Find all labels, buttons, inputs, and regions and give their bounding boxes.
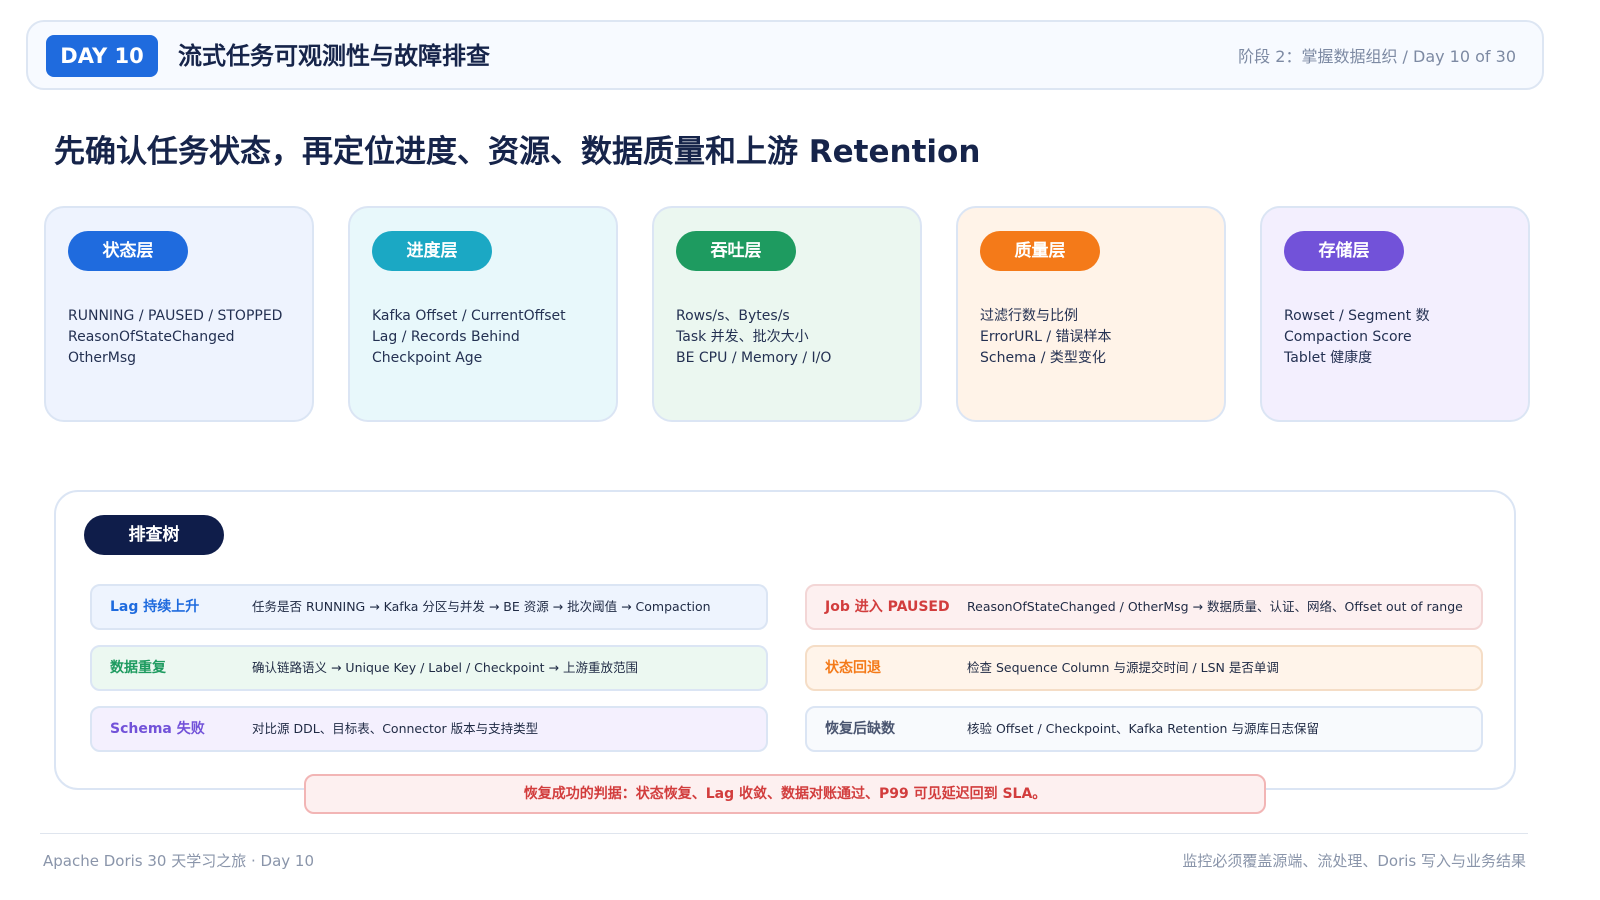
layer-pill-progress: 进度层 — [372, 231, 492, 271]
layer-pill-quality: 质量层 — [980, 231, 1100, 271]
tree-row-desc: ReasonOfStateChanged / OtherMsg → 数据质量、认… — [967, 599, 1463, 614]
tree-row-schema: Schema 失败 对比源 DDL、目标表、Connector 版本与支持类型 — [90, 706, 768, 752]
layer-line: RUNNING / PAUSED / STOPPED — [68, 308, 283, 324]
footer-left-text: Apache Doris 30 天学习之旅 · Day 10 — [43, 852, 315, 870]
layer-card-status: 状态层 RUNNING / PAUSED / STOPPED ReasonOfS… — [44, 206, 314, 422]
layer-card-storage: 存储层 Rowset / Segment 数 Compaction Score … — [1260, 206, 1530, 422]
tree-row-desc: 确认链路语义 → Unique Key / Label / Checkpoint… — [252, 660, 638, 675]
tree-row-paused: Job 进入 PAUSED ReasonOfStateChanged / Oth… — [805, 584, 1483, 630]
slide: DAY 10 流式任务可观测性与故障排查 阶段 2：掌握数据组织 / Day 1… — [0, 0, 1600, 900]
page-title: 先确认任务状态，再定位进度、资源、数据质量和上游 Retention — [54, 134, 981, 170]
tree-row-desc: 核验 Offset / Checkpoint、Kafka Retention 与… — [967, 721, 1319, 736]
layer-line: BE CPU / Memory / I/O — [676, 350, 832, 366]
layer-line: Rowset / Segment 数 — [1284, 308, 1430, 324]
layer-line: Kafka Offset / CurrentOffset — [372, 308, 566, 324]
layer-line: Compaction Score — [1284, 329, 1412, 345]
tree-row-label: Schema 失败 — [110, 721, 205, 737]
layer-line: Tablet 健康度 — [1284, 350, 1373, 366]
tree-row-lag: Lag 持续上升 任务是否 RUNNING → Kafka 分区与并发 → BE… — [90, 584, 768, 630]
layer-line: 过滤行数与比例 — [980, 308, 1078, 324]
tree-row-label: 恢复后缺数 — [825, 721, 895, 737]
layer-card-throughput: 吞吐层 Rows/s、Bytes/s Task 并发、批次大小 BE CPU /… — [652, 206, 922, 422]
layer-card-progress: 进度层 Kafka Offset / CurrentOffset Lag / R… — [348, 206, 618, 422]
tree-row-label: Job 进入 PAUSED — [825, 599, 950, 615]
layer-pill-storage: 存储层 — [1284, 231, 1404, 271]
tree-row-desc: 检查 Sequence Column 与源提交时间 / LSN 是否单调 — [967, 660, 1279, 675]
layer-card-quality: 质量层 过滤行数与比例 ErrorURL / 错误样本 Schema / 类型变… — [956, 206, 1226, 422]
footer-divider — [40, 833, 1528, 834]
tree-badge: 排查树 — [84, 515, 224, 555]
layer-line: OtherMsg — [68, 350, 137, 366]
layer-line: Task 并发、批次大小 — [676, 329, 809, 345]
troubleshooting-panel: 排查树 Lag 持续上升 任务是否 RUNNING → Kafka 分区与并发 … — [54, 490, 1516, 790]
header-bar: DAY 10 流式任务可观测性与故障排查 阶段 2：掌握数据组织 / Day 1… — [26, 20, 1544, 90]
layer-pill-throughput: 吞吐层 — [676, 231, 796, 271]
tree-row-rollback: 状态回退 检查 Sequence Column 与源提交时间 / LSN 是否单… — [805, 645, 1483, 691]
tree-row-label: Lag 持续上升 — [110, 599, 200, 615]
layer-line: Rows/s、Bytes/s — [676, 308, 790, 324]
layer-line: ReasonOfStateChanged — [68, 329, 235, 345]
layer-line: Checkpoint Age — [372, 350, 483, 366]
layer-line: Lag / Records Behind — [372, 329, 520, 345]
tree-row-missing: 恢复后缺数 核验 Offset / Checkpoint、Kafka Reten… — [805, 706, 1483, 752]
day-badge: DAY 10 — [46, 35, 158, 77]
layer-pill-status: 状态层 — [68, 231, 188, 271]
tree-row-desc: 任务是否 RUNNING → Kafka 分区与并发 → BE 资源 → 批次阈… — [252, 599, 711, 614]
header-title: 流式任务可观测性与故障排查 — [178, 42, 490, 70]
layer-line: Schema / 类型变化 — [980, 350, 1106, 366]
tree-row-label: 状态回退 — [825, 660, 881, 676]
tree-row-duplicate: 数据重复 确认链路语义 → Unique Key / Label / Check… — [90, 645, 768, 691]
tree-row-desc: 对比源 DDL、目标表、Connector 版本与支持类型 — [252, 721, 539, 736]
layer-line: ErrorURL / 错误样本 — [980, 329, 1112, 345]
header-progress-meta: 阶段 2：掌握数据组织 / Day 10 of 30 — [1238, 47, 1516, 66]
footer-right-text: 监控必须覆盖源端、流处理、Doris 写入与业务结果 — [1182, 852, 1526, 870]
recovery-criteria-banner: 恢复成功的判据：状态恢复、Lag 收敛、数据对账通过、P99 可见延迟回到 SL… — [304, 774, 1266, 814]
tree-row-label: 数据重复 — [110, 660, 166, 676]
